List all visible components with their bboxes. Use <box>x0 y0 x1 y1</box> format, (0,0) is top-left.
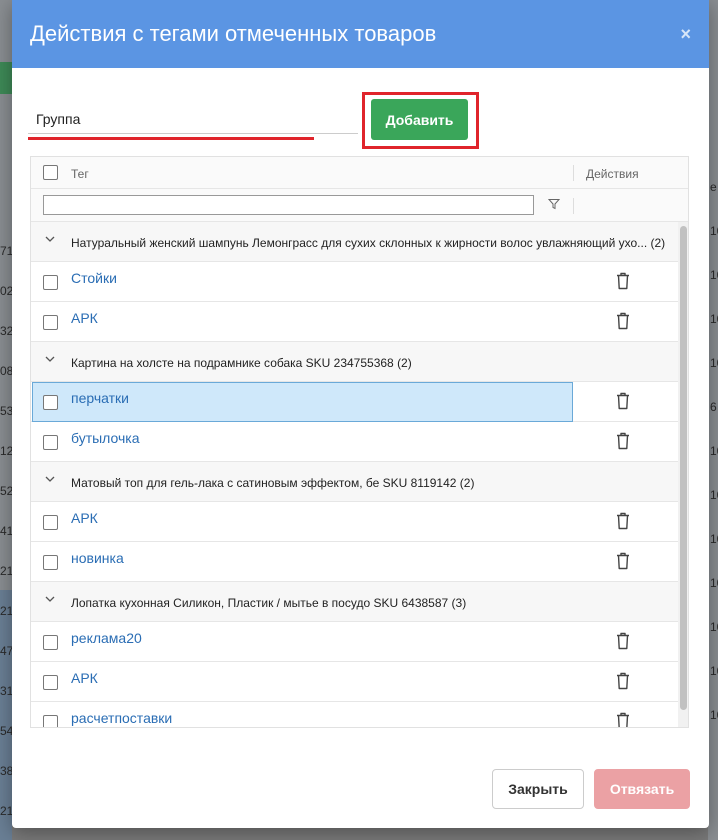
tag-label[interactable]: АРК <box>71 310 98 326</box>
group-row[interactable]: Натуральный женский шампунь Лемонграсс д… <box>31 222 678 262</box>
select-all-checkbox[interactable] <box>43 165 58 180</box>
group-title: Натуральный женский шампунь Лемонграсс д… <box>71 236 666 250</box>
tag-label[interactable]: бутылочка <box>71 430 140 446</box>
trash-icon[interactable] <box>616 632 630 650</box>
vertical-scrollbar[interactable] <box>678 222 688 727</box>
filter-icon[interactable] <box>547 198 561 213</box>
background-number: 10 <box>710 532 718 546</box>
filter-row <box>31 189 688 222</box>
row-checkbox[interactable] <box>43 715 58 727</box>
trash-icon[interactable] <box>616 272 630 290</box>
add-tag-button[interactable]: Добавить <box>371 99 468 140</box>
column-header-actions: Действия <box>586 167 639 181</box>
background-number: 10 <box>710 620 718 634</box>
row-checkbox[interactable] <box>43 395 58 410</box>
column-separator <box>573 198 574 214</box>
trash-icon[interactable] <box>616 392 630 410</box>
tag-row[interactable]: расчетпоставки <box>31 702 678 727</box>
unbind-button[interactable]: Отвязать <box>594 769 690 809</box>
tag-row[interactable]: реклама20 <box>31 622 678 662</box>
scrollbar-thumb[interactable] <box>680 226 687 710</box>
background-number: 10 <box>710 224 718 238</box>
group-row[interactable]: Матовый топ для гель-лака с сатиновым эф… <box>31 462 678 502</box>
tag-input-row: Добавить <box>28 92 688 149</box>
group-title: Картина на холсте на подрамнике собака S… <box>71 356 412 370</box>
trash-icon[interactable] <box>616 552 630 570</box>
tag-row[interactable]: перчатки <box>31 382 678 422</box>
modal-title: Действия с тегами отмеченных товаров <box>30 21 437 46</box>
background-number: e <box>710 180 717 194</box>
close-button[interactable]: Закрыть <box>492 769 584 809</box>
background-left-panel <box>0 0 12 840</box>
trash-icon[interactable] <box>616 712 630 727</box>
close-icon[interactable]: × <box>680 24 691 45</box>
tag-row[interactable]: бутылочка <box>31 422 678 462</box>
tag-actions-modal: Действия с тегами отмеченных товаров × Д… <box>12 0 709 828</box>
row-checkbox[interactable] <box>43 635 58 650</box>
tag-name-input[interactable] <box>28 104 358 134</box>
background-number: 10 <box>710 576 718 590</box>
row-checkbox[interactable] <box>43 275 58 290</box>
tags-grid: Тег Действия Натуральный женский шампунь… <box>30 156 689 728</box>
background-number: 10 <box>710 664 718 678</box>
modal-header: Действия с тегами отмеченных товаров × <box>12 0 709 68</box>
group-row[interactable]: Картина на холсте на подрамнике собака S… <box>31 342 678 382</box>
background-number: 10 <box>710 312 718 326</box>
trash-icon[interactable] <box>616 672 630 690</box>
column-separator[interactable] <box>573 165 574 181</box>
trash-icon[interactable] <box>616 432 630 450</box>
highlight-underline <box>28 137 314 140</box>
tag-label[interactable]: реклама20 <box>71 630 142 646</box>
background-number: 10 <box>710 268 718 282</box>
group-row[interactable]: Лопатка кухонная Силикон, Пластик / мыть… <box>31 582 678 622</box>
background-number: 10 <box>710 708 718 722</box>
tag-row[interactable]: новинка <box>31 542 678 582</box>
group-title: Лопатка кухонная Силикон, Пластик / мыть… <box>71 596 467 610</box>
chevron-down-icon[interactable] <box>45 595 55 606</box>
trash-icon[interactable] <box>616 512 630 530</box>
row-checkbox[interactable] <box>43 515 58 530</box>
grid-rows: Натуральный женский шампунь Лемонграсс д… <box>31 222 678 727</box>
chevron-down-icon[interactable] <box>45 475 55 486</box>
background-number: 10 <box>710 444 718 458</box>
tag-label[interactable]: перчатки <box>71 390 129 406</box>
column-header-tag[interactable]: Тег <box>71 167 89 181</box>
chevron-down-icon[interactable] <box>45 235 55 246</box>
row-checkbox[interactable] <box>43 555 58 570</box>
tag-filter-input[interactable] <box>43 195 534 215</box>
background-number: 10 <box>710 488 718 502</box>
tag-label[interactable]: расчетпоставки <box>71 710 172 726</box>
background-number: 6 <box>710 400 717 414</box>
row-checkbox[interactable] <box>43 435 58 450</box>
background-number: 10 <box>710 356 718 370</box>
tag-label[interactable]: новинка <box>71 550 124 566</box>
tag-label[interactable]: АРК <box>71 670 98 686</box>
row-checkbox[interactable] <box>43 315 58 330</box>
tag-label[interactable]: АРК <box>71 510 98 526</box>
tag-row[interactable]: АРК <box>31 662 678 702</box>
background-blue-block <box>0 590 12 840</box>
chevron-down-icon[interactable] <box>45 355 55 366</box>
group-title: Матовый топ для гель-лака с сатиновым эф… <box>71 476 475 490</box>
tag-row[interactable]: АРК <box>31 302 678 342</box>
grid-header: Тег Действия <box>31 157 688 189</box>
tag-row[interactable]: АРК <box>31 502 678 542</box>
trash-icon[interactable] <box>616 312 630 330</box>
background-green-block <box>0 62 12 94</box>
row-checkbox[interactable] <box>43 675 58 690</box>
tag-row[interactable]: Стойки <box>31 262 678 302</box>
tag-label[interactable]: Стойки <box>71 270 117 286</box>
